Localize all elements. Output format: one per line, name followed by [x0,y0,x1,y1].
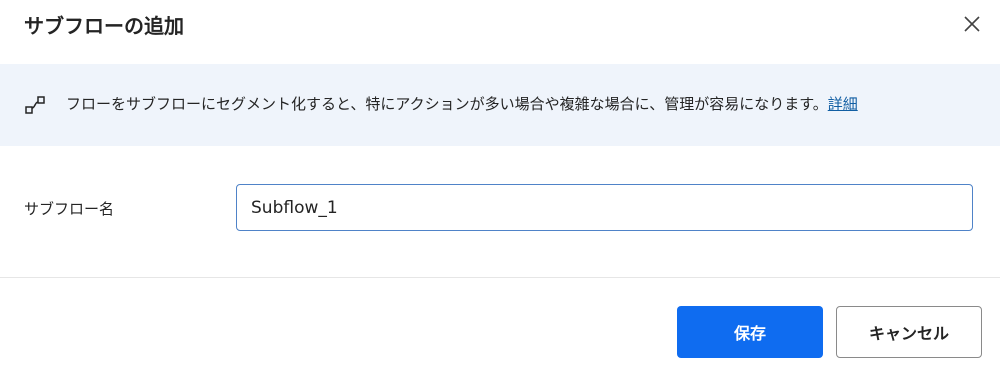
learn-more-link[interactable]: 詳細 [828,95,858,113]
close-icon[interactable] [963,15,981,33]
banner-text: フローをサブフローにセグメント化すると、特にアクションが多い場合や複雑な場合に、… [66,95,828,113]
cancel-button[interactable]: キャンセル [836,306,982,358]
subflow-name-label: サブフロー名 [24,200,115,218]
dialog-title: サブフローの追加 [24,14,184,38]
add-subflow-dialog: サブフローの追加 フローをサブフローにセグメント化すると、特にアクションが多い場… [0,0,1000,376]
close-button[interactable] [956,8,988,40]
subflow-connector-icon [25,96,45,114]
subflow-name-input[interactable] [236,184,973,231]
info-banner: フローをサブフローにセグメント化すると、特にアクションが多い場合や複雑な場合に、… [0,64,1000,146]
banner-message: フローをサブフローにセグメント化すると、特にアクションが多い場合や複雑な場合に、… [66,92,858,116]
save-button[interactable]: 保存 [677,306,823,358]
footer-divider [0,277,1000,278]
